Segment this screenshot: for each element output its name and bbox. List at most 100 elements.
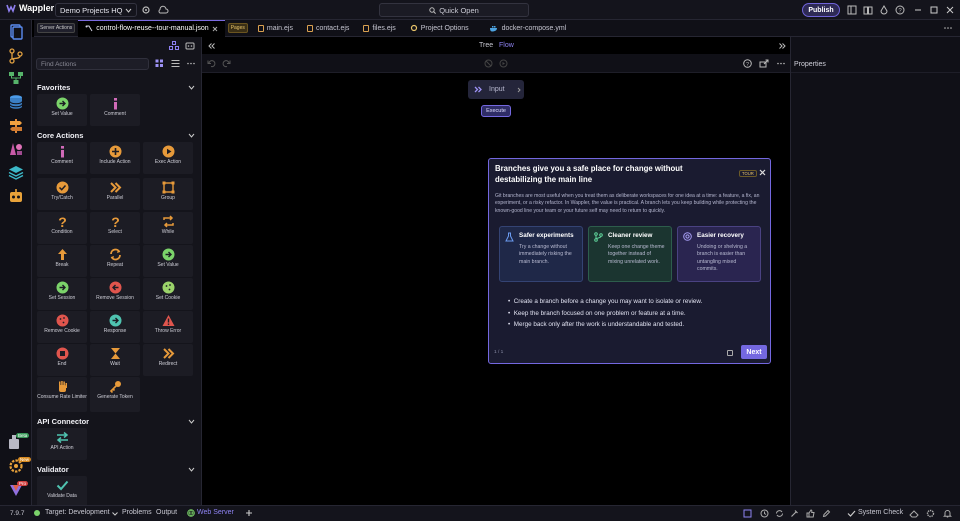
action-wait[interactable]: Wait	[90, 344, 140, 376]
chevron-down-icon[interactable]	[188, 133, 195, 138]
chevron-down-icon[interactable]	[112, 512, 118, 516]
close-icon[interactable]	[759, 169, 766, 176]
action-include-action[interactable]: Include Action	[90, 142, 140, 174]
tab-contact-ejs[interactable]: contact.ejs	[300, 20, 356, 37]
project-selector[interactable]: Demo Projects HQ	[55, 3, 137, 17]
tab-files-ejs[interactable]: files.ejs	[356, 20, 402, 37]
layers-icon[interactable]	[8, 164, 24, 180]
action-end[interactable]: End	[37, 344, 87, 376]
find-actions-input[interactable]: Find Actions	[36, 58, 149, 70]
bell-icon[interactable]	[943, 509, 952, 518]
action-set-session[interactable]: Set Session	[37, 278, 87, 310]
section-validator[interactable]: Validator	[37, 465, 69, 474]
action-response[interactable]: Response	[90, 311, 140, 343]
tab-control-flow[interactable]: control-flow-reuse--tour-manual.json	[78, 19, 225, 37]
action-while[interactable]: While	[143, 212, 193, 244]
tree-view-toggle[interactable]: Tree	[479, 42, 493, 49]
action-try-catch[interactable]: Try/Catch	[37, 178, 87, 210]
collapse-left-icon[interactable]	[208, 43, 215, 49]
git-icon[interactable]	[8, 48, 24, 64]
cloud-icon[interactable]	[157, 5, 169, 15]
square-icon[interactable]	[743, 509, 752, 518]
database-icon[interactable]	[8, 94, 24, 110]
workflow-icon[interactable]	[8, 70, 24, 86]
quick-open-search[interactable]: Quick Open	[379, 3, 529, 17]
close-icon[interactable]	[945, 5, 955, 15]
thumbs-up-icon[interactable]	[806, 509, 815, 518]
help-icon[interactable]: ?	[895, 5, 905, 15]
output-tab[interactable]: Output	[156, 509, 177, 516]
section-api-connector[interactable]: API Connector	[37, 417, 89, 426]
action-condition[interactable]: ? Condition	[37, 212, 87, 244]
tab-docker-compose[interactable]: docker-compose.yml	[482, 20, 574, 37]
close-tab-icon[interactable]	[212, 26, 218, 32]
more-icon[interactable]	[187, 62, 195, 65]
blocked-icon[interactable]	[484, 59, 493, 68]
action-set-value-core[interactable]: Set Value	[143, 245, 193, 277]
play-outline-icon[interactable]	[499, 59, 508, 68]
action-set-value[interactable]: Set Value	[37, 94, 87, 126]
action-validate-data[interactable]: Validate Data	[37, 476, 87, 508]
action-consume-rate-limiter[interactable]: Consume Rate Limiter	[37, 377, 87, 412]
book-icon[interactable]	[863, 5, 873, 15]
action-set-cookie[interactable]: Set Cookie	[143, 278, 193, 310]
section-core-actions[interactable]: Core Actions	[37, 131, 83, 140]
tab-project-options[interactable]: Project Options	[403, 20, 476, 37]
action-comment[interactable]: Comment	[90, 94, 140, 126]
settings-icon[interactable]	[926, 509, 935, 518]
action-break[interactable]: Break	[37, 245, 87, 277]
plus-icon[interactable]	[245, 509, 253, 517]
gear-icon[interactable]	[141, 5, 151, 15]
robot-icon[interactable]	[8, 188, 24, 204]
chevron-down-icon[interactable]	[188, 467, 195, 472]
action-remove-session[interactable]: Remove Session	[90, 278, 140, 310]
redo-icon[interactable]	[222, 59, 231, 68]
action-api-action[interactable]: API Action	[37, 428, 87, 460]
web-server-tab[interactable]: Web Server	[197, 509, 234, 516]
action-redirect[interactable]: Redirect	[143, 344, 193, 376]
list-view-icon[interactable]	[171, 59, 180, 68]
action-group[interactable]: Group	[143, 178, 193, 210]
system-check-button[interactable]: System Check	[858, 509, 903, 516]
help-icon[interactable]: ?	[743, 59, 752, 68]
action-throw-error[interactable]: Throw Error	[143, 311, 193, 343]
history-icon[interactable]	[760, 509, 769, 518]
minimize-icon[interactable]	[913, 5, 923, 15]
grid-view-icon[interactable]	[155, 59, 164, 68]
sync-icon[interactable]	[775, 509, 784, 518]
action-select[interactable]: ? Select	[90, 212, 140, 244]
chevron-down-icon[interactable]	[188, 419, 195, 424]
collapse-right-icon[interactable]	[779, 43, 786, 49]
drop-icon[interactable]	[879, 5, 889, 15]
dont-show-checkbox[interactable]	[727, 350, 733, 356]
publish-button[interactable]: Publish	[802, 3, 840, 17]
tab-main-ejs[interactable]: main.ejs	[251, 20, 300, 37]
share-icon[interactable]	[759, 59, 769, 68]
tools-icon[interactable]	[790, 509, 799, 518]
action-comment-core[interactable]: Comment	[37, 142, 87, 174]
robot-small-icon[interactable]	[185, 41, 195, 50]
eraser-icon[interactable]	[909, 509, 919, 518]
edit-icon[interactable]	[822, 509, 831, 518]
files-icon[interactable]	[8, 24, 24, 40]
hierarchy-icon[interactable]	[169, 41, 179, 50]
layout-icon[interactable]	[847, 5, 857, 15]
chevron-down-icon[interactable]	[188, 85, 195, 90]
action-parallel[interactable]: Parallel	[90, 178, 140, 210]
action-repeat[interactable]: Repeat	[90, 245, 140, 277]
more-icon[interactable]	[777, 62, 785, 65]
more-tabs-icon[interactable]	[944, 26, 952, 30]
undo-icon[interactable]	[207, 59, 216, 68]
action-remove-cookie[interactable]: Remove Cookie	[37, 311, 87, 343]
input-node[interactable]: Input	[468, 80, 524, 99]
action-exec-action[interactable]: Exec Action	[143, 142, 193, 174]
section-favorites[interactable]: Favorites	[37, 83, 70, 92]
flow-view-toggle[interactable]: Flow	[499, 42, 514, 49]
assets-icon[interactable]	[8, 141, 24, 157]
signpost-icon[interactable]	[8, 118, 24, 134]
app-logo[interactable]: Wappler	[6, 3, 54, 13]
execute-button[interactable]: Execute	[481, 105, 511, 117]
action-generate-token[interactable]: Generate Token	[90, 377, 140, 412]
maximize-icon[interactable]	[929, 5, 939, 15]
next-button[interactable]: Next	[741, 345, 767, 359]
